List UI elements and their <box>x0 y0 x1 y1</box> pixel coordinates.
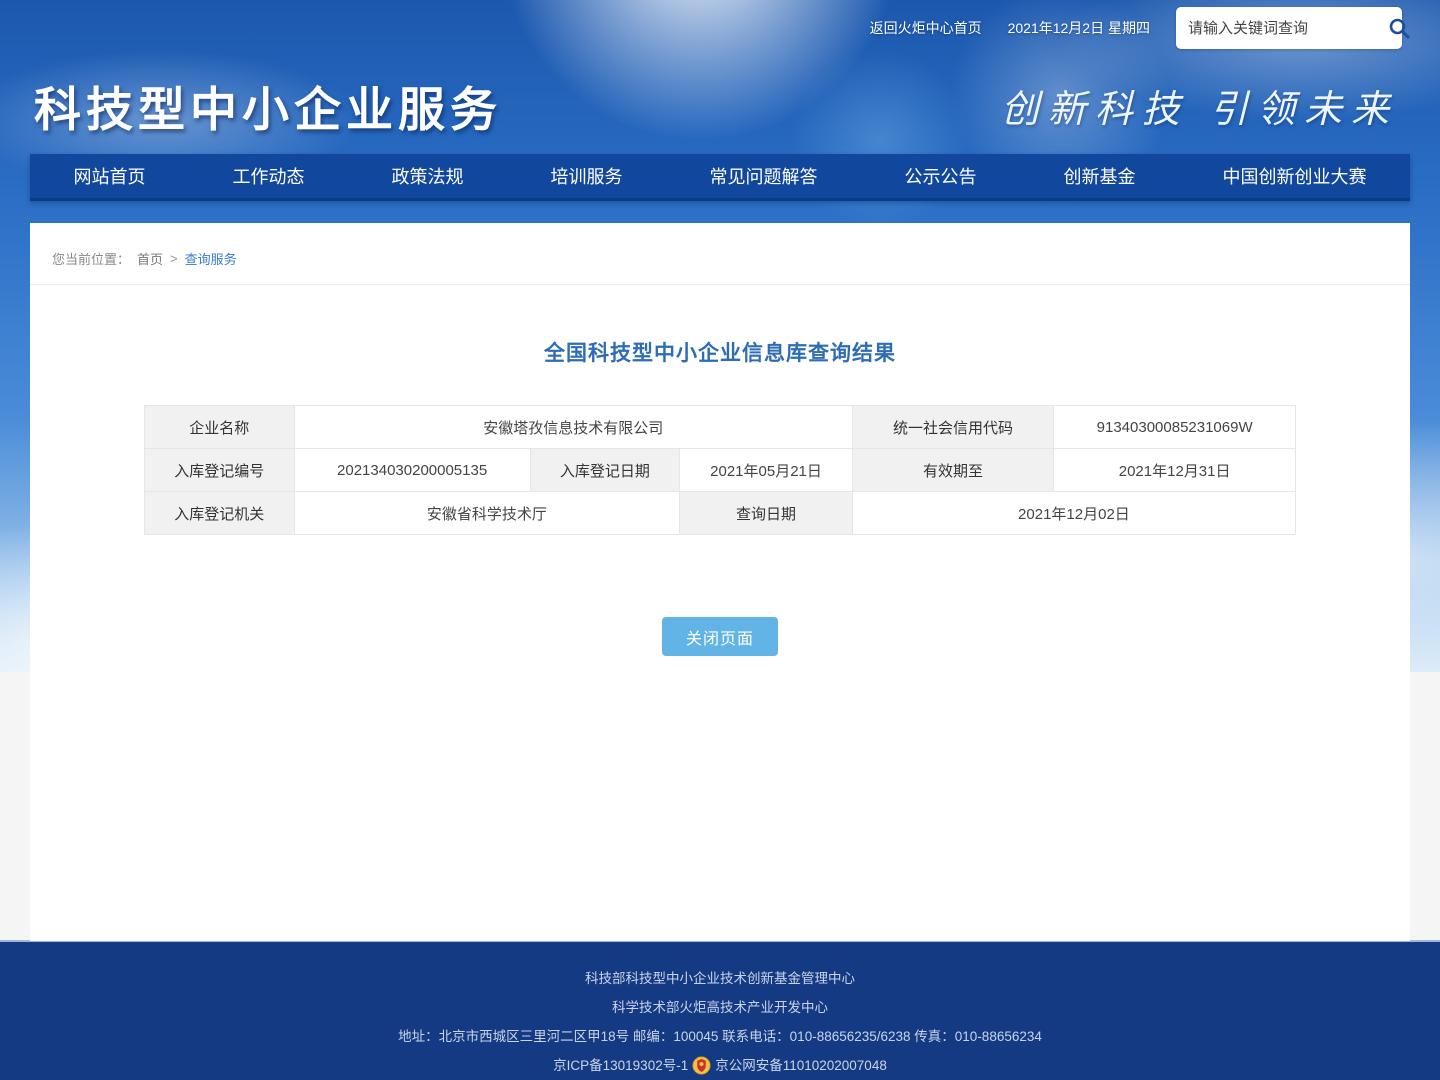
footer-org-line-1: 科技部科技型中小企业技术创新基金管理中心 <box>0 964 1440 993</box>
registration-number-value: 202134030200005135 <box>294 449 530 492</box>
close-page-button[interactable]: 关闭页面 <box>662 617 778 656</box>
breadcrumb-prefix: 您当前位置： <box>52 249 130 268</box>
company-name-value: 安徽塔孜信息技术有限公司 <box>294 406 852 449</box>
page-title: 全国科技型中小企业信息库查询结果 <box>30 337 1410 367</box>
footer-record-line: 京ICP备13019302号-1 京公网安备11010202007048 <box>0 1051 1440 1080</box>
valid-until-label: 有效期至 <box>852 449 1053 492</box>
site-slogan: 创新科技 引领未来 <box>1001 78 1398 133</box>
registration-authority-label: 入库登记机关 <box>145 492 295 535</box>
nav-item-home[interactable]: 网站首页 <box>68 163 152 189</box>
table-row: 企业名称 安徽塔孜信息技术有限公司 统一社会信用代码 9134030008523… <box>145 406 1296 449</box>
breadcrumb: 您当前位置： 首页 > 查询服务 <box>30 223 1410 285</box>
content-panel: 您当前位置： 首页 > 查询服务 全国科技型中小企业信息库查询结果 企业名称 安… <box>30 223 1410 941</box>
police-badge-icon <box>692 1056 711 1075</box>
registration-authority-value: 安徽省科学技术厅 <box>294 492 680 535</box>
site-logo: 科技型中小企业服务 <box>34 71 502 140</box>
query-result-table: 企业名称 安徽塔孜信息技术有限公司 统一社会信用代码 9134030008523… <box>144 405 1296 535</box>
registration-number-label: 入库登记编号 <box>145 449 295 492</box>
registration-date-value: 2021年05月21日 <box>680 449 853 492</box>
police-record-link[interactable]: 京公网安备11010202007048 <box>715 1051 887 1080</box>
footer-address-line: 地址：北京市西城区三里河二区甲18号 邮编：100045 联系电话：010-88… <box>0 1022 1440 1051</box>
search-input[interactable] <box>1188 20 1387 37</box>
breadcrumb-current-link[interactable]: 查询服务 <box>185 249 237 268</box>
nav-item-announcements[interactable]: 公示公告 <box>899 163 983 189</box>
breadcrumb-home-link[interactable]: 首页 <box>137 249 163 268</box>
nav-item-innovation-fund[interactable]: 创新基金 <box>1058 163 1142 189</box>
table-row: 入库登记机关 安徽省科学技术厅 查询日期 2021年12月02日 <box>145 492 1296 535</box>
query-date-label: 查询日期 <box>680 492 853 535</box>
header: 科技型中小企业服务 创新科技 引领未来 <box>0 56 1440 154</box>
nav-item-faq[interactable]: 常见问题解答 <box>704 163 824 189</box>
breadcrumb-separator: > <box>170 251 178 266</box>
registration-date-label: 入库登记日期 <box>530 449 680 492</box>
nav-item-training[interactable]: 培训服务 <box>545 163 629 189</box>
query-date-value: 2021年12月02日 <box>852 492 1295 535</box>
credit-code-label: 统一社会信用代码 <box>852 406 1053 449</box>
current-date: 2021年12月2日 星期四 <box>1008 18 1150 38</box>
table-row: 入库登记编号 202134030200005135 入库登记日期 2021年05… <box>145 449 1296 492</box>
torch-center-home-link[interactable]: 返回火炬中心首页 <box>870 18 982 38</box>
company-name-label: 企业名称 <box>145 406 295 449</box>
top-bar: 返回火炬中心首页 2021年12月2日 星期四 <box>0 0 1440 56</box>
footer-org-line-2: 科学技术部火炬高技术产业开发中心 <box>0 993 1440 1022</box>
search-box[interactable] <box>1176 7 1402 49</box>
icp-record-link[interactable]: 京ICP备13019302号-1 <box>553 1051 688 1080</box>
nav-item-work-news[interactable]: 工作动态 <box>227 163 311 189</box>
nav-item-competition[interactable]: 中国创新创业大赛 <box>1217 163 1373 189</box>
nav-item-policies[interactable]: 政策法规 <box>386 163 470 189</box>
search-icon[interactable] <box>1387 16 1411 40</box>
valid-until-value: 2021年12月31日 <box>1054 449 1296 492</box>
credit-code-value: 91340300085231069W <box>1054 406 1296 449</box>
footer: 科技部科技型中小企业技术创新基金管理中心 科学技术部火炬高技术产业开发中心 地址… <box>0 940 1440 1080</box>
main-nav: 网站首页 工作动态 政策法规 培训服务 常见问题解答 公示公告 创新基金 中国创… <box>30 154 1410 201</box>
